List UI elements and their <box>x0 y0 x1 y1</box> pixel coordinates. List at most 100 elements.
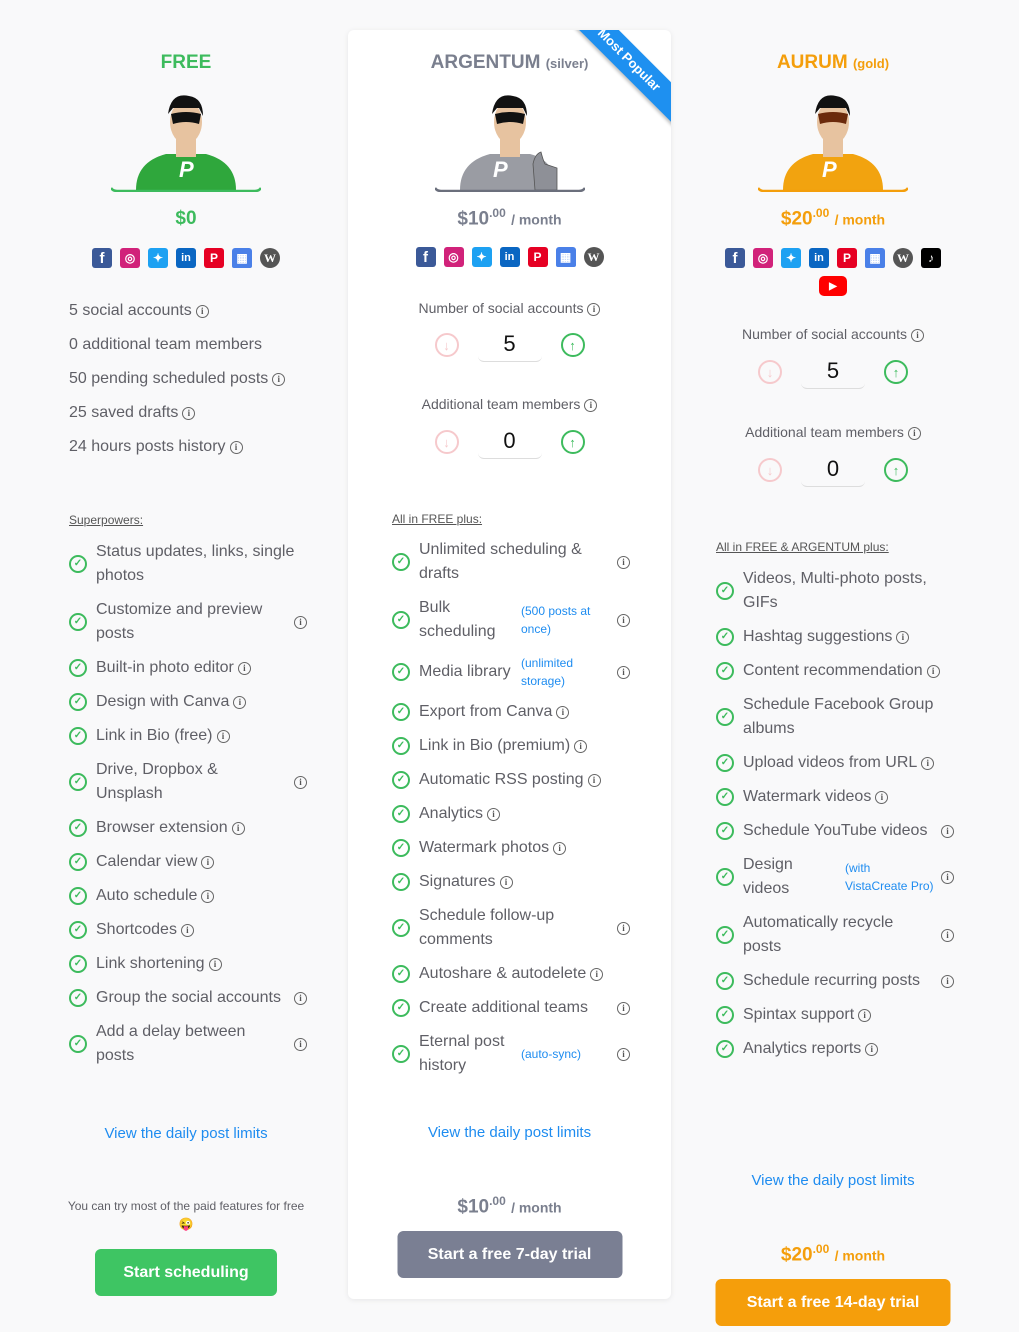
info-icon[interactable]: i <box>865 1042 879 1056</box>
check-icon: ✓ <box>392 873 410 891</box>
check-icon: ✓ <box>69 773 87 791</box>
view-daily-limits-link[interactable]: View the daily post limits <box>25 1125 347 1142</box>
social-accounts-input[interactable]: 5 <box>801 355 865 389</box>
plan-price-bottom: $10.00 / month <box>457 1194 562 1218</box>
pinterest-icon: P <box>527 247 548 267</box>
info-icon[interactable]: i <box>233 695 247 709</box>
info-icon[interactable]: i <box>553 841 567 855</box>
info-icon[interactable]: i <box>294 1037 307 1051</box>
section-heading: All in FREE plus: <box>392 512 483 526</box>
feature-item: ✓ Content recommendation i <box>716 659 954 683</box>
info-icon[interactable]: i <box>858 1008 872 1022</box>
feature-item: ✓ Customize and preview posts i <box>69 598 307 646</box>
team-members-input[interactable]: 0 <box>477 425 542 459</box>
info-icon[interactable]: i <box>941 824 954 838</box>
info-icon[interactable]: i <box>617 1047 630 1061</box>
info-icon[interactable]: i <box>272 373 286 386</box>
plan-limits: 5 social accounts i 0 additional team mem… <box>69 300 286 470</box>
info-icon[interactable]: i <box>617 665 630 679</box>
wordpress-icon: W <box>260 248 280 268</box>
feature-item: ✓ Browser extension i <box>69 816 307 840</box>
feature-item: ✓ Schedule Facebook Group albums <box>716 693 954 741</box>
info-icon[interactable]: i <box>499 875 513 889</box>
feature-label: Link shortening <box>96 955 205 972</box>
svg-text:P: P <box>179 157 194 182</box>
info-icon[interactable]: i <box>590 967 604 981</box>
decrement-button[interactable]: ↓ <box>758 458 782 482</box>
feature-item: ✓ Unlimited scheduling & drafts i <box>392 538 630 586</box>
info-icon[interactable]: i <box>294 615 307 629</box>
info-icon[interactable]: i <box>487 807 501 821</box>
feature-list: ✓ Status updates, links, single photos ✓ Cu… <box>69 540 307 1078</box>
increment-button[interactable]: ↑ <box>884 458 908 482</box>
check-icon: ✓ <box>392 771 410 789</box>
info-icon[interactable]: i <box>941 974 954 988</box>
team-members-input[interactable]: 0 <box>801 453 865 487</box>
info-icon[interactable]: i <box>216 729 230 743</box>
info-icon[interactable]: i <box>231 821 245 835</box>
info-icon[interactable]: i <box>617 613 630 627</box>
feature-item: ✓ Add a delay between posts i <box>69 1020 307 1068</box>
start-14-day-trial-button[interactable]: Start a free 14-day trial <box>715 1279 951 1326</box>
youtube-icon: ▶ <box>819 276 847 296</box>
view-daily-limits-link[interactable]: View the daily post limits <box>672 1172 994 1189</box>
feature-note: (auto-sync) <box>521 1047 582 1061</box>
start-scheduling-button[interactable]: Start scheduling <box>95 1249 277 1296</box>
plan-price-bottom: $20.00 / month <box>780 1242 886 1266</box>
info-icon[interactable]: i <box>941 870 954 884</box>
social-network-icons: f ◎ ✦ in P ▦ W <box>348 247 671 267</box>
info-icon[interactable]: i <box>941 928 954 942</box>
feature-label: Export from Canva <box>419 703 553 720</box>
info-icon[interactable]: i <box>201 889 215 903</box>
start-7-day-trial-button[interactable]: Start a free 7-day trial <box>397 1231 622 1278</box>
check-icon: ✓ <box>392 1045 410 1063</box>
feature-label: Schedule Facebook Group albums <box>743 696 934 737</box>
info-icon[interactable]: i <box>584 399 598 412</box>
wordpress-icon: W <box>583 247 604 267</box>
info-icon[interactable]: i <box>229 441 243 454</box>
info-icon[interactable]: i <box>180 923 194 937</box>
limit-item: 24 hours posts history i <box>69 436 285 470</box>
info-icon[interactable]: i <box>195 305 209 318</box>
info-icon[interactable]: i <box>926 664 940 678</box>
info-icon[interactable]: i <box>875 790 889 804</box>
info-icon[interactable]: i <box>617 555 630 569</box>
increment-button[interactable]: ↑ <box>884 360 908 384</box>
svg-text:P: P <box>822 157 837 182</box>
check-icon: ✓ <box>392 999 410 1017</box>
team-members-label: Additional team members i <box>672 424 994 440</box>
info-icon[interactable]: i <box>896 630 910 644</box>
increment-button[interactable]: ↑ <box>560 430 585 454</box>
check-icon: ✓ <box>392 663 410 681</box>
info-icon[interactable]: i <box>294 991 307 1005</box>
info-icon[interactable]: i <box>910 329 924 342</box>
social-accounts-input[interactable]: 5 <box>477 328 542 362</box>
decrement-button[interactable]: ↓ <box>758 360 782 384</box>
decrement-button[interactable]: ↓ <box>434 333 459 357</box>
info-icon[interactable]: i <box>294 775 307 789</box>
info-icon[interactable]: i <box>587 303 601 316</box>
info-icon[interactable]: i <box>201 855 215 869</box>
info-icon[interactable]: i <box>574 739 588 753</box>
increment-button[interactable]: ↑ <box>560 333 585 357</box>
social-network-icons: f ◎ ✦ in P ▦ W ♪ ▶ <box>672 248 994 296</box>
info-icon[interactable]: i <box>237 661 251 675</box>
info-icon[interactable]: i <box>182 407 196 420</box>
info-icon[interactable]: i <box>617 1001 630 1015</box>
info-icon[interactable]: i <box>556 705 570 719</box>
linkedin-icon: in <box>176 248 196 268</box>
wordpress-icon: W <box>893 248 913 268</box>
feature-label: Browser extension <box>96 819 228 836</box>
info-icon[interactable]: i <box>208 957 222 971</box>
view-daily-limits-link[interactable]: View the daily post limits <box>348 1124 671 1141</box>
check-icon: ✓ <box>392 839 410 857</box>
decrement-button[interactable]: ↓ <box>434 430 459 454</box>
info-icon[interactable]: i <box>907 427 921 440</box>
check-icon: ✓ <box>716 662 734 680</box>
info-icon[interactable]: i <box>617 921 630 935</box>
info-icon[interactable]: i <box>587 773 601 787</box>
tiktok-icon: ♪ <box>921 248 941 268</box>
feature-label: Autoshare & autodelete <box>419 965 587 982</box>
info-icon[interactable]: i <box>921 756 935 770</box>
svg-text:P: P <box>493 157 508 182</box>
